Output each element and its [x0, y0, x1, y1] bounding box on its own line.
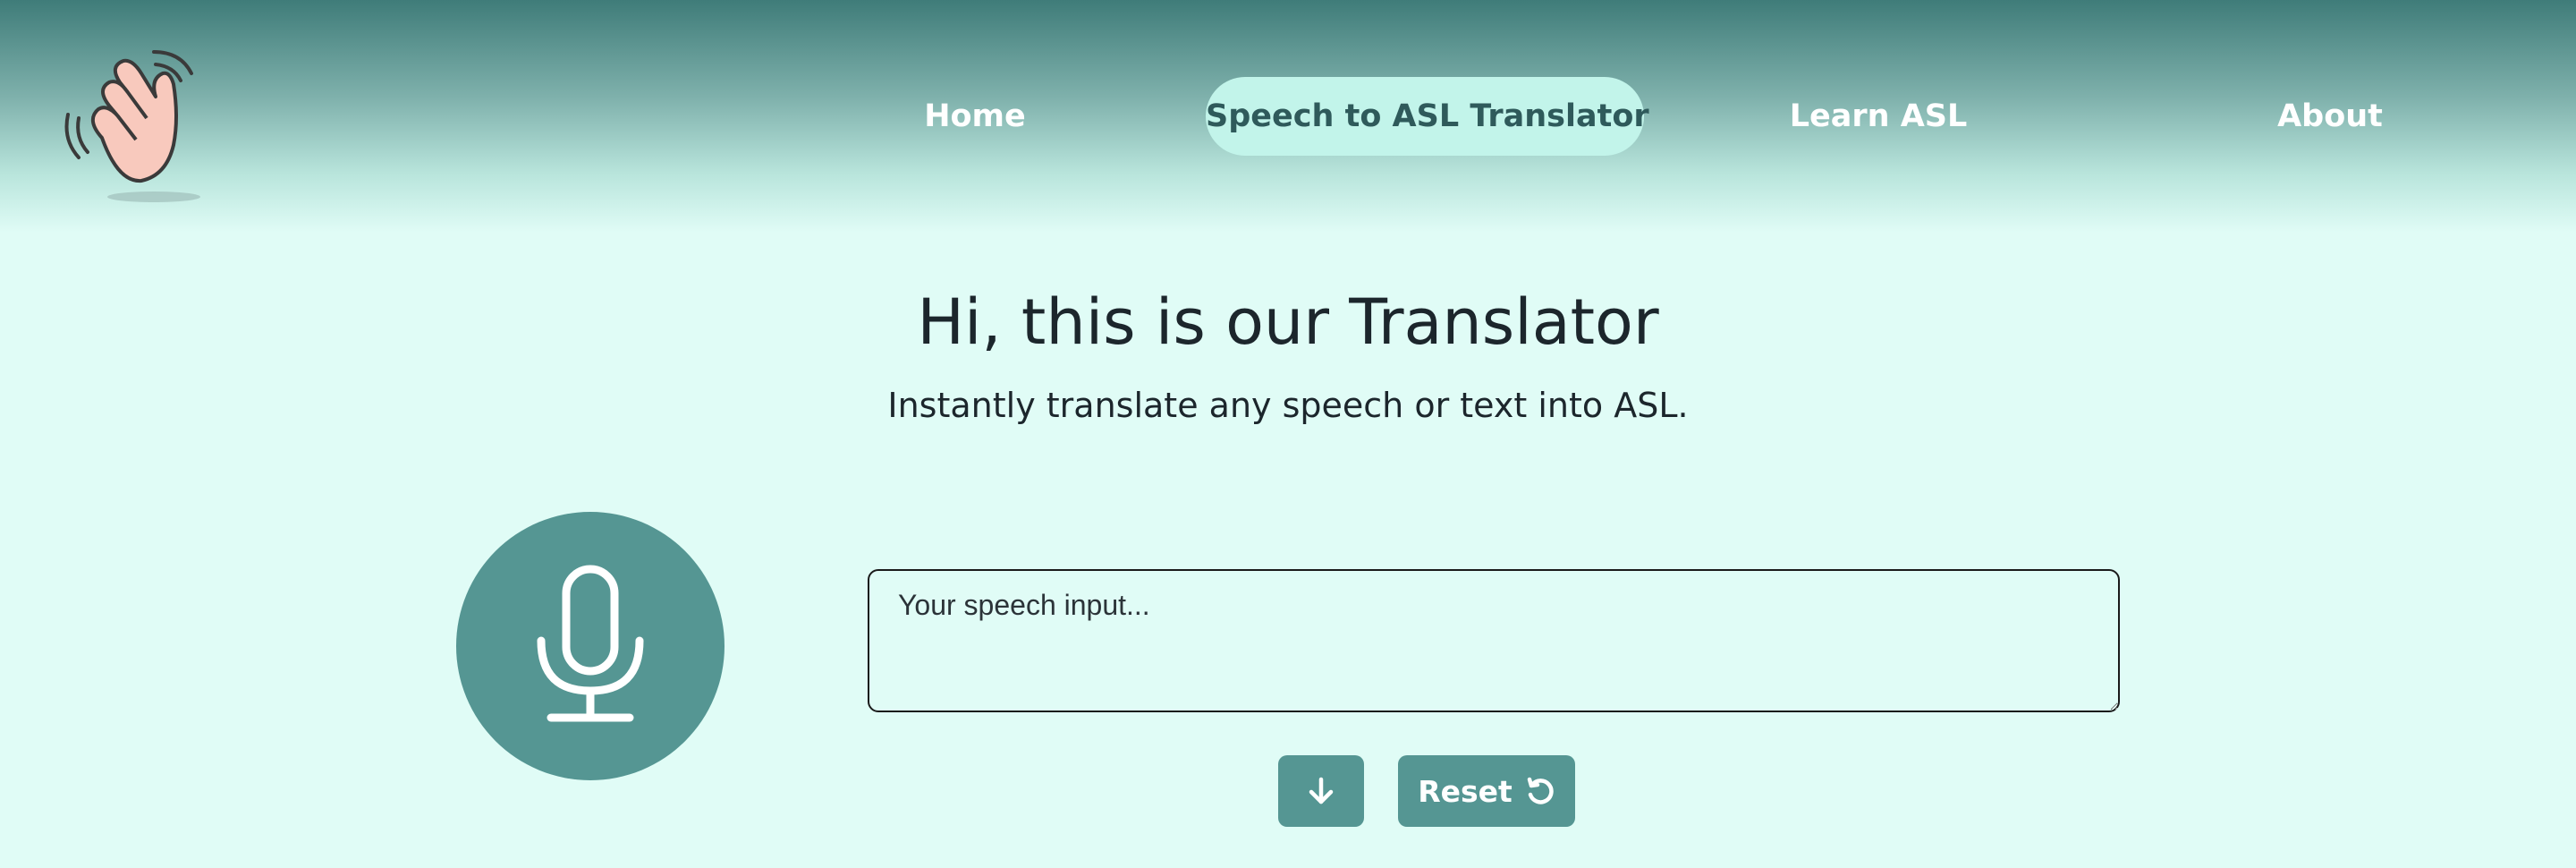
speech-input[interactable]	[868, 569, 2120, 712]
page-title: Hi, this is our Translator	[917, 285, 1659, 359]
rotate-ccw-icon	[1527, 777, 1554, 804]
navbar: Home Speech to ASL Translator Learn ASL …	[0, 0, 2576, 233]
nav-item-home[interactable]: Home	[877, 77, 1073, 156]
nav-item-learn-asl[interactable]: Learn ASL	[1753, 77, 2004, 156]
arrow-down-icon	[1309, 777, 1334, 804]
logo[interactable]	[55, 32, 225, 211]
microphone-button[interactable]	[456, 512, 724, 780]
reset-button[interactable]: Reset	[1398, 755, 1575, 827]
microphone-icon	[537, 565, 644, 722]
reset-button-label: Reset	[1418, 773, 1513, 809]
nav-item-about[interactable]: About	[2218, 77, 2442, 156]
page-subtitle: Instantly translate any speech or text i…	[887, 386, 1689, 425]
translate-button[interactable]	[1278, 755, 1364, 827]
waving-hand-icon	[64, 50, 200, 202]
nav-item-speech-to-asl-translator[interactable]: Speech to ASL Translator	[1206, 77, 1649, 156]
